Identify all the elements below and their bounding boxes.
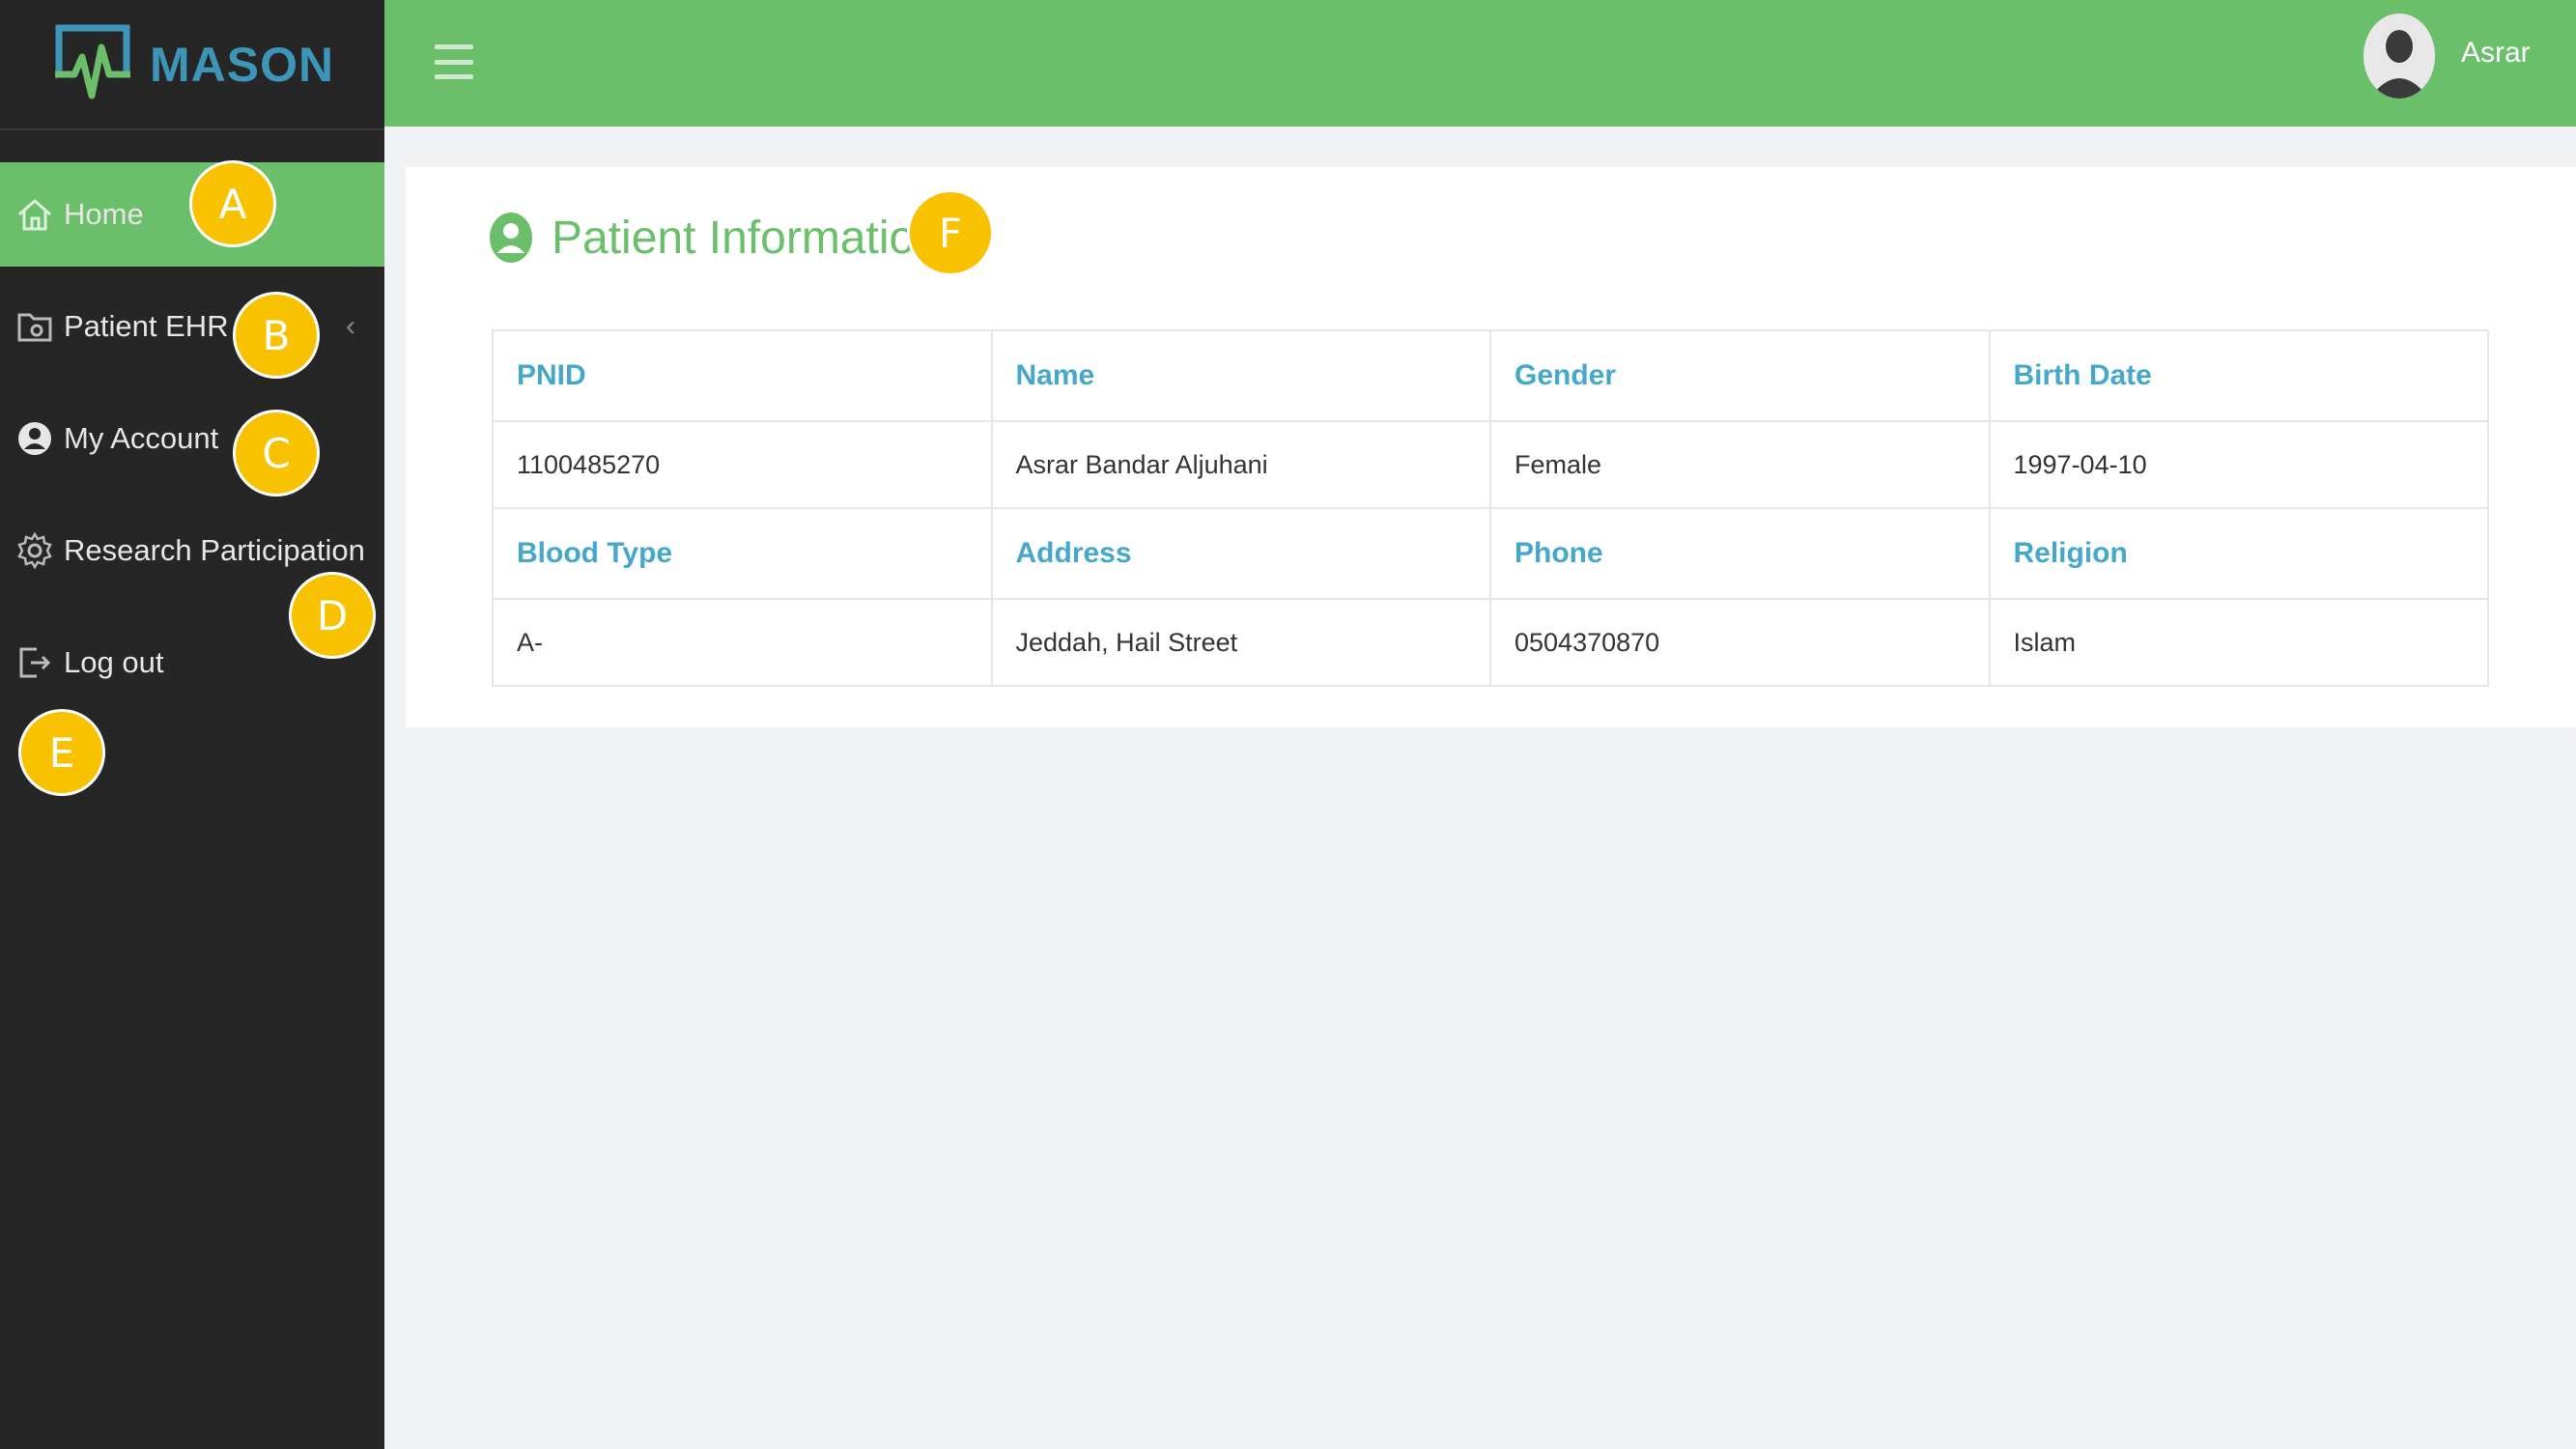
brand-name: MASON: [150, 37, 335, 92]
home-icon: [14, 193, 56, 236]
table-cell: Female: [1489, 420, 1991, 509]
header-cell: Religion: [1988, 507, 2489, 600]
callout-marker-f: F: [907, 189, 994, 276]
table-cell: 0504370870: [1489, 598, 1991, 687]
folder-icon: [14, 305, 56, 348]
sidebar-item-label: My Account: [64, 421, 219, 455]
header-cell: Gender: [1489, 329, 1991, 422]
callout-marker-b: B: [233, 292, 320, 379]
top-bar: Asrar: [384, 0, 2576, 127]
table-cell: A-: [492, 598, 993, 687]
table-cell: Islam: [1988, 598, 2489, 687]
header-cell: PNID: [492, 329, 993, 422]
callout-marker-d: D: [289, 572, 376, 659]
table-cell: 1100485270: [492, 420, 993, 509]
sidebar-item-label: Patient EHR: [64, 309, 229, 343]
table-header-row: PNID Name Gender Birth Date: [492, 329, 2489, 422]
header-cell: Blood Type: [492, 507, 993, 600]
user-circle-icon: [488, 211, 534, 265]
brand-logo[interactable]: MASON: [0, 0, 384, 130]
table-cell: 1997-04-10: [1988, 420, 2489, 509]
header-cell: Birth Date: [1988, 329, 2489, 422]
table-cell: Asrar Bandar Aljuhani: [990, 420, 1491, 509]
table-cell: Jeddah, Hail Street: [990, 598, 1491, 687]
sidebar-item-my-account[interactable]: My Account: [0, 386, 384, 491]
gear-icon: [14, 529, 56, 572]
logout-icon: [14, 641, 56, 684]
hamburger-icon[interactable]: [435, 44, 473, 79]
user-circle-icon: [14, 417, 56, 460]
callout-marker-c: C: [233, 410, 320, 497]
table-header-row: Blood Type Address Phone Religion: [492, 507, 2489, 600]
patient-info-table: PNID Name Gender Birth Date 1100485270 A…: [492, 329, 2489, 687]
callout-marker-e: E: [18, 709, 105, 796]
sidebar-item-label: Log out: [64, 645, 164, 679]
sidebar-item-label: Research Participation: [64, 533, 365, 567]
page-title-text: Patient Information: [552, 212, 941, 264]
chevron-left-icon[interactable]: ‹: [346, 310, 355, 343]
patient-info-card: Patient Information PNID Name Gender Bir…: [406, 167, 2576, 727]
table-row: 1100485270 Asrar Bandar Aljuhani Female …: [492, 420, 2489, 509]
callout-marker-a: A: [189, 160, 276, 247]
heartbeat-logo-icon: [55, 24, 130, 99]
avatar[interactable]: [2364, 14, 2435, 99]
user-name[interactable]: Asrar: [2461, 37, 2531, 70]
sidebar-item-patient-ehr[interactable]: Patient EHR ‹: [0, 274, 384, 379]
header-cell: Address: [990, 507, 1491, 600]
header-cell: Name: [990, 329, 1491, 422]
header-cell: Phone: [1489, 507, 1991, 600]
table-row: A- Jeddah, Hail Street 0504370870 Islam: [492, 598, 2489, 687]
sidebar-item-label: Home: [64, 197, 144, 231]
page-title: Patient Information: [488, 211, 941, 265]
